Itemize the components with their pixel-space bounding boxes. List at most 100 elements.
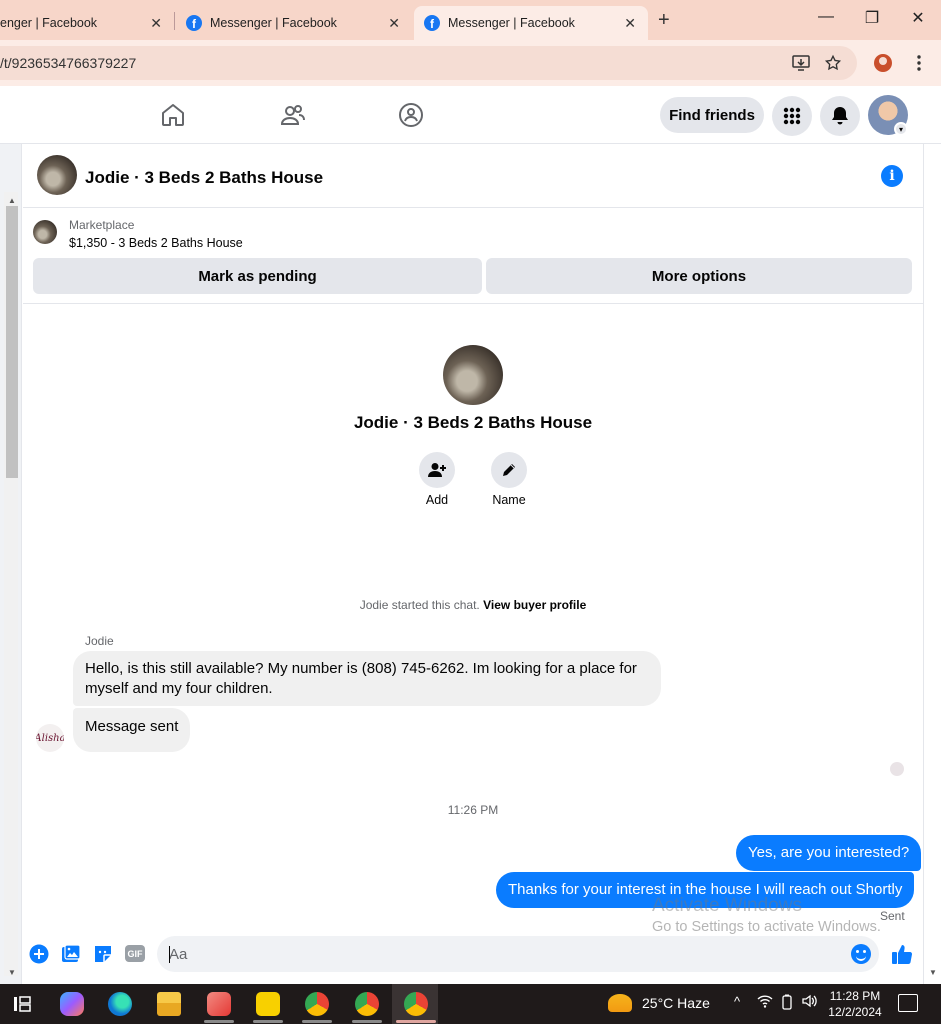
minimize-icon[interactable]: — xyxy=(803,8,849,26)
pencil-icon[interactable] xyxy=(491,452,527,488)
tab-separator xyxy=(174,12,175,30)
wifi-icon[interactable] xyxy=(757,994,773,1011)
mark-as-pending-button[interactable]: Mark as pending xyxy=(33,258,482,294)
file-explorer-icon[interactable] xyxy=(157,992,181,1016)
thumbs-up-icon[interactable] xyxy=(891,943,913,965)
seen-receipt-avatar xyxy=(890,762,904,776)
running-indicator xyxy=(253,1020,283,1023)
browser-menu-icon[interactable] xyxy=(908,52,930,74)
weather-widget[interactable]: 25°C Haze xyxy=(608,994,710,1012)
weather-text: 25°C Haze xyxy=(642,995,710,1011)
name-label: Name xyxy=(492,493,526,507)
chat-title[interactable]: Jodie · 3 Beds 2 Baths House xyxy=(85,168,323,188)
menu-grid-icon[interactable] xyxy=(772,96,812,136)
clock-date: 12/2/2024 xyxy=(828,1005,882,1019)
message-input[interactable] xyxy=(157,936,879,972)
chevron-down-icon[interactable]: ▾ xyxy=(894,122,908,136)
url-text[interactable]: /t/9236534766379227 xyxy=(0,55,136,71)
battery-icon[interactable] xyxy=(780,994,794,1013)
chat-right-border xyxy=(923,144,924,984)
facebook-favicon-icon: f xyxy=(424,15,440,31)
gif-button[interactable]: GIF xyxy=(125,945,145,962)
marketplace-label: Marketplace xyxy=(69,218,135,232)
chrome-profile-icon[interactable] xyxy=(305,992,329,1016)
sender-name: Jodie xyxy=(85,634,114,648)
scroll-down-icon[interactable]: ▼ xyxy=(8,968,16,977)
bookmark-star-icon[interactable] xyxy=(822,52,844,74)
sticky-notes-icon[interactable] xyxy=(256,992,280,1016)
listing-thumbnail[interactable] xyxy=(33,220,57,244)
activate-windows-subtext: Go to Settings to activate Windows. xyxy=(652,919,881,935)
groups-icon[interactable] xyxy=(398,102,424,128)
profile-icon[interactable] xyxy=(872,52,894,74)
new-tab-button[interactable]: + xyxy=(658,9,670,32)
copilot-icon[interactable] xyxy=(60,992,84,1016)
outgoing-message[interactable]: Yes, are you interested? xyxy=(736,835,922,871)
photo-icon[interactable] xyxy=(61,944,81,964)
home-icon[interactable] xyxy=(160,102,186,128)
chat-started-notice: Jodie started this chat. View buyer prof… xyxy=(23,598,923,612)
incoming-message[interactable]: Message sent xyxy=(73,708,191,752)
close-tab-icon[interactable]: ✕ xyxy=(150,15,162,32)
chat-avatar[interactable] xyxy=(37,155,77,195)
chevron-up-icon[interactable]: ^ xyxy=(734,994,740,1009)
facebook-top-nav: Find friends ▾ xyxy=(0,86,941,144)
browser-tab-active[interactable]: f Messenger | Facebook ✕ xyxy=(414,6,648,40)
sticker-icon[interactable] xyxy=(93,944,113,964)
browser-tab[interactable]: enger | Facebook ✕ xyxy=(0,6,174,40)
running-indicator xyxy=(204,1020,234,1023)
intro-avatar xyxy=(443,345,503,405)
friends-icon[interactable] xyxy=(280,102,306,128)
message-timestamp: 11:26 PM xyxy=(447,803,499,817)
scroll-down-icon[interactable]: ▼ xyxy=(929,968,937,977)
install-app-icon[interactable] xyxy=(790,52,812,74)
view-buyer-profile-link[interactable]: View buyer profile xyxy=(483,598,586,612)
chrome-profile-icon-active[interactable] xyxy=(404,992,428,1016)
browser-tab[interactable]: f Messenger | Facebook ✕ xyxy=(176,6,412,40)
edge-browser-icon[interactable] xyxy=(108,992,132,1016)
tab-title: Messenger | Facebook xyxy=(448,16,575,30)
started-text: Jodie started this chat. xyxy=(359,598,480,612)
marketplace-banner: Marketplace $1,350 - 3 Beds 2 Baths Hous… xyxy=(23,208,923,304)
windows-taskbar: 25°C Haze ^ 11:28 PM 12/2/2024 xyxy=(0,984,941,1024)
scroll-up-icon[interactable]: ▲ xyxy=(8,196,16,205)
active-indicator xyxy=(396,1020,436,1023)
running-indicator xyxy=(352,1020,382,1023)
sent-status: Sent xyxy=(880,909,905,923)
facebook-favicon-icon: f xyxy=(186,15,202,31)
tab-title: enger | Facebook xyxy=(0,16,98,30)
close-window-icon[interactable]: ✕ xyxy=(895,8,941,28)
scrollbar-thumb[interactable] xyxy=(6,206,18,478)
address-bar-row: /t/9236534766379227 xyxy=(0,40,941,86)
close-tab-icon[interactable]: ✕ xyxy=(388,15,400,32)
clock-time: 11:28 PM xyxy=(829,989,881,1003)
close-tab-icon[interactable]: ✕ xyxy=(624,15,636,32)
find-friends-button[interactable]: Find friends xyxy=(660,97,764,133)
emoji-icon[interactable] xyxy=(851,944,871,964)
browser-tab-strip: enger | Facebook ✕ f Messenger | Faceboo… xyxy=(0,0,941,40)
taskbar-clock[interactable]: 11:28 PM 12/2/2024 xyxy=(826,988,884,1020)
incoming-message[interactable]: Hello, is this still available? My numbe… xyxy=(73,651,661,706)
tab-title: Messenger | Facebook xyxy=(210,16,337,30)
notification-center-icon[interactable] xyxy=(898,994,918,1012)
task-view-icon[interactable] xyxy=(10,992,34,1016)
add-label: Add xyxy=(425,493,449,507)
plus-circle-icon[interactable] xyxy=(29,944,49,964)
add-person-icon[interactable] xyxy=(419,452,455,488)
text-caret xyxy=(169,946,170,963)
chat-header: Jodie · 3 Beds 2 Baths House i xyxy=(23,144,923,208)
message-avatar: Alisha xyxy=(36,724,64,752)
left-panel-edge: ▲ ▼ xyxy=(0,144,22,984)
chrome-profile-icon[interactable] xyxy=(355,992,379,1016)
more-options-button[interactable]: More options xyxy=(486,258,912,294)
restore-icon[interactable]: ❐ xyxy=(849,8,895,28)
volume-icon[interactable] xyxy=(802,994,818,1011)
weather-haze-icon xyxy=(608,994,632,1012)
running-indicator xyxy=(302,1020,332,1023)
intro-name: Jodie · 3 Beds 2 Baths House xyxy=(353,413,593,432)
app-icon[interactable] xyxy=(207,992,231,1016)
notifications-bell-icon[interactable] xyxy=(820,96,860,136)
listing-title[interactable]: $1,350 - 3 Beds 2 Baths House xyxy=(69,236,243,250)
info-icon[interactable]: i xyxy=(881,165,903,187)
activate-windows-watermark: Activate Windows xyxy=(652,895,802,916)
